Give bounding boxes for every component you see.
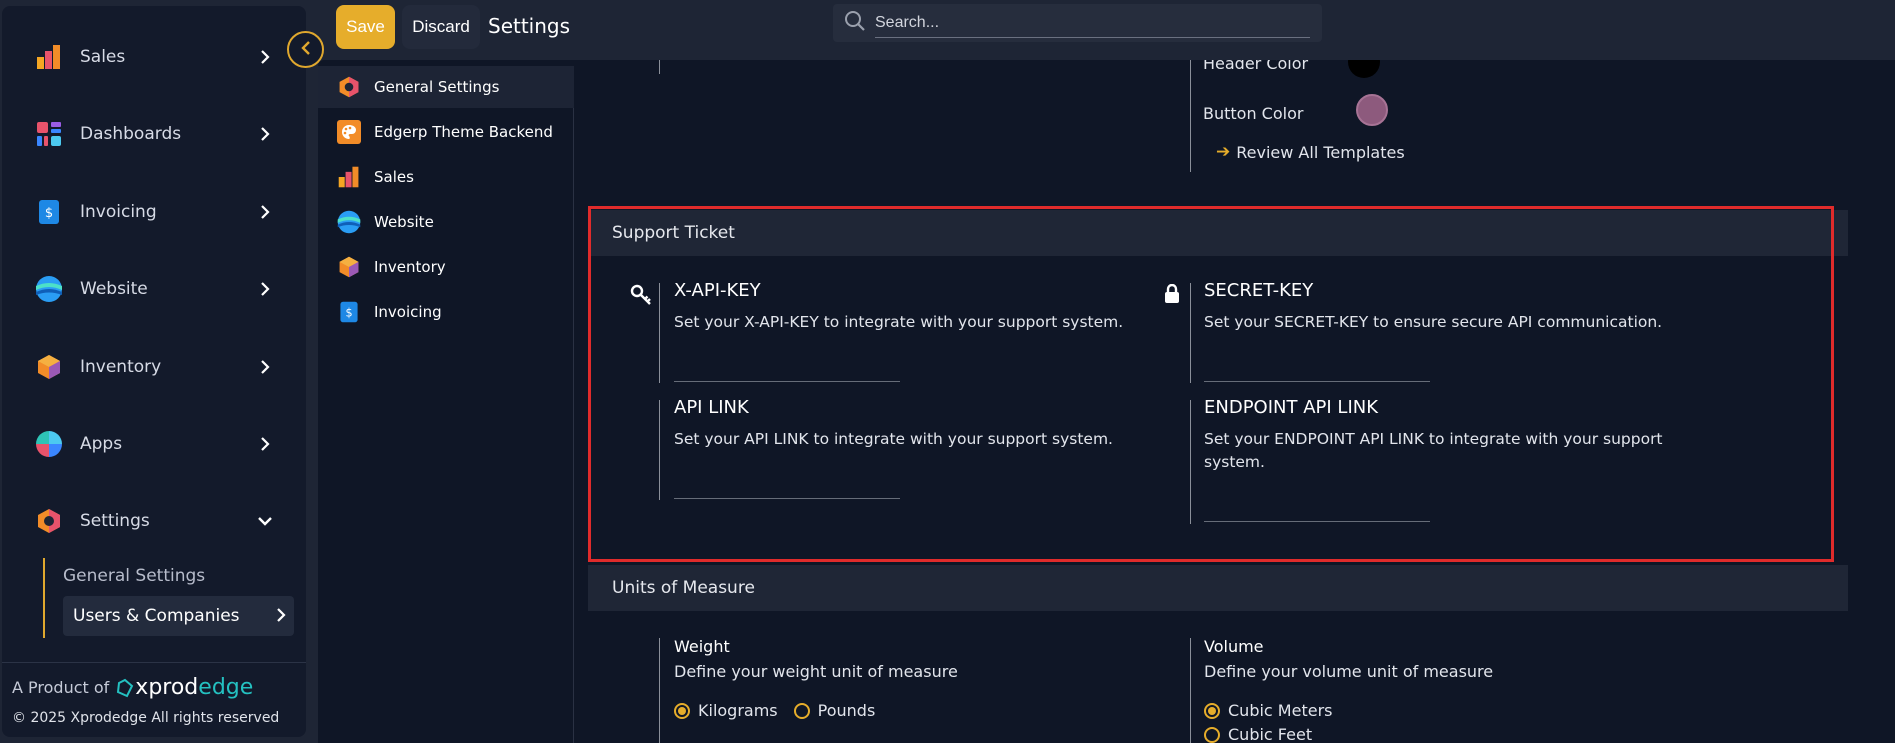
search-input[interactable]: [875, 8, 1310, 38]
divider: [659, 60, 660, 74]
sidebar-item-settings[interactable]: Settings: [32, 501, 282, 541]
discard-button[interactable]: Discard: [402, 5, 480, 49]
weight-title: Weight: [674, 637, 730, 656]
xprodedge-logo: xprod edge: [115, 675, 253, 700]
hexagon-gear-icon: [32, 504, 66, 538]
radio-cubic-meters[interactable]: [1204, 702, 1220, 719]
topbar: Save Discard Settings: [330, 0, 1895, 52]
button-color-label: Button Color: [1203, 104, 1304, 123]
save-button[interactable]: Save: [336, 5, 395, 49]
sidebar-item-sales[interactable]: Sales: [32, 37, 282, 77]
chevron-right-icon: [256, 203, 274, 221]
divider: [659, 638, 660, 743]
cube-icon: [336, 254, 362, 280]
settings-content: Header Color Button Color ➔ Review All T…: [576, 60, 1895, 743]
search-icon: [843, 9, 867, 37]
volume-option-cubic-meters: Cubic Meters: [1204, 701, 1332, 720]
settings-nav-inventory[interactable]: Inventory: [318, 246, 574, 288]
volume-option-cubic-feet: Cubic Feet: [1204, 725, 1312, 743]
arrow-right-icon: ➔: [1216, 142, 1231, 162]
support-ticket-highlight: [588, 206, 1834, 562]
svg-text:$: $: [45, 206, 53, 221]
divider: [1190, 60, 1191, 172]
invoice-dollar-icon: $: [32, 195, 66, 229]
chevron-down-icon: [256, 512, 274, 530]
chevron-right-icon: [256, 435, 274, 453]
header-color-label: Header Color: [1203, 60, 1309, 73]
apps-pie-icon: [32, 427, 66, 461]
dashboard-grid-icon: [32, 117, 66, 151]
chevron-right-icon: [256, 280, 274, 298]
chevron-left-icon: [300, 40, 312, 60]
settings-nav-general-settings[interactable]: General Settings: [318, 66, 574, 108]
cube-icon: [32, 350, 66, 384]
sidebar-item-dashboards[interactable]: Dashboards: [32, 114, 282, 154]
chevron-right-icon: [256, 358, 274, 376]
settings-nav-edgerp-theme-backend[interactable]: Edgerp Theme Backend: [318, 111, 574, 153]
radio-cubic-feet[interactable]: [1204, 726, 1220, 743]
app-sidebar: Sales Dashboards $ Invoicing Website Inv…: [2, 6, 306, 737]
product-line: A Product of xprod edge: [12, 675, 254, 700]
settings-nav-sales[interactable]: Sales: [318, 156, 574, 198]
chevron-right-icon: [256, 48, 274, 66]
button-color-swatch[interactable]: [1356, 94, 1388, 126]
volume-title: Volume: [1204, 637, 1264, 656]
sidebar-footer: A Product of xprod edge © 2025 Xprodedge …: [2, 662, 306, 738]
bar-chart-icon: [32, 40, 66, 74]
settings-submenu: General Settings Users & Companies: [43, 558, 303, 638]
submenu-users-companies[interactable]: Users & Companies: [63, 596, 294, 636]
chevron-right-icon: [256, 125, 274, 143]
invoice-dollar-icon: $: [336, 299, 362, 325]
units-of-measure-header: Units of Measure: [588, 565, 1848, 611]
search-box: [833, 4, 1322, 42]
volume-desc: Define your volume unit of measure: [1204, 662, 1494, 681]
bar-chart-icon: [336, 164, 362, 190]
header-color-swatch[interactable]: [1348, 60, 1380, 78]
settings-nav: General Settings Edgerp Theme Backend Sa…: [318, 66, 574, 743]
settings-panel: General Settings Edgerp Theme Backend Sa…: [318, 60, 1895, 743]
settings-nav-website[interactable]: Website: [318, 201, 574, 243]
radio-kilograms[interactable]: [674, 702, 690, 719]
copyright-text: © 2025 Xprodedge All rights reserved: [12, 710, 280, 726]
palette-icon: [336, 119, 362, 145]
review-all-templates-link[interactable]: ➔ Review All Templates: [1216, 142, 1405, 162]
sidebar-item-apps[interactable]: Apps: [32, 424, 282, 464]
submenu-general-settings[interactable]: General Settings: [63, 566, 205, 586]
sidebar-item-inventory[interactable]: Inventory: [32, 347, 282, 387]
svg-text:$: $: [345, 306, 352, 319]
globe-waves-icon: [336, 209, 362, 235]
divider: [1190, 638, 1191, 743]
weight-options: Kilograms Pounds: [674, 701, 875, 720]
globe-waves-icon: [32, 272, 66, 306]
sidebar-item-website[interactable]: Website: [32, 269, 282, 309]
sidebar-item-invoicing[interactable]: $ Invoicing: [32, 192, 282, 232]
page-title: Settings: [488, 14, 571, 38]
hexagon-gear-icon: [336, 74, 362, 100]
radio-pounds[interactable]: [793, 702, 810, 719]
settings-nav-invoicing[interactable]: $ Invoicing: [318, 291, 574, 333]
chevron-right-icon: [276, 607, 286, 627]
brand-mark-icon: [117, 678, 134, 697]
weight-desc: Define your weight unit of measure: [674, 662, 958, 681]
